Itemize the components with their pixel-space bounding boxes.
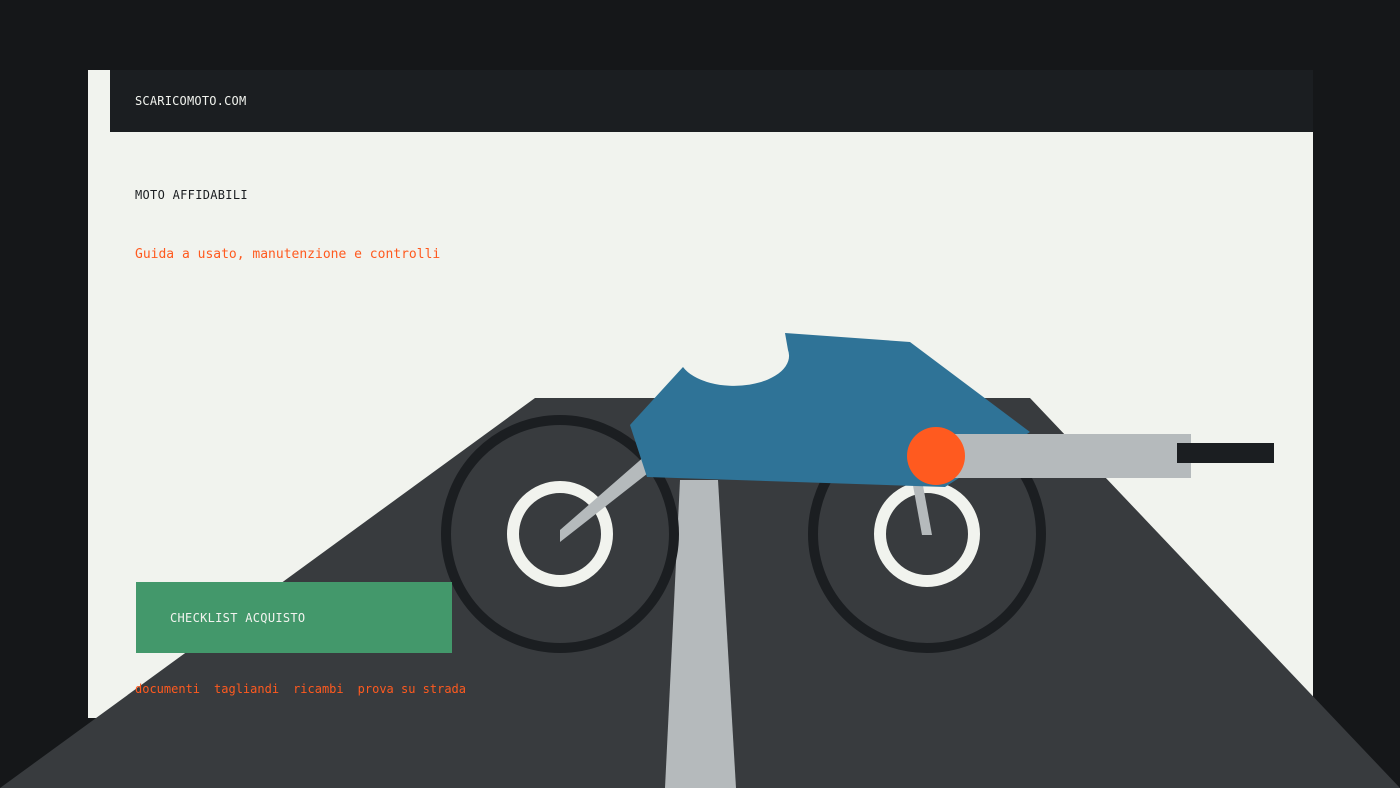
hero-subtitle: Guida a usato, manutenzione e controlli xyxy=(135,247,441,262)
link-prova-su-strada[interactable]: prova su strada xyxy=(358,682,466,696)
top-bar xyxy=(110,70,1313,132)
checklist-button[interactable]: CHECKLIST ACQUISTO xyxy=(136,582,452,653)
link-tagliandi[interactable]: tagliandi xyxy=(214,682,279,696)
headlight xyxy=(907,427,965,485)
site-logo[interactable]: SCARICOMOTO.COM xyxy=(135,94,246,108)
hero-eyebrow: MOTO AFFIDABILI xyxy=(135,188,248,202)
exhaust-tip xyxy=(1177,443,1274,463)
link-documenti[interactable]: documenti xyxy=(135,682,200,696)
topic-links: documenti tagliandi ricambi prova su str… xyxy=(135,682,466,696)
link-ricambi[interactable]: ricambi xyxy=(293,682,344,696)
exhaust-pipe xyxy=(936,434,1191,478)
